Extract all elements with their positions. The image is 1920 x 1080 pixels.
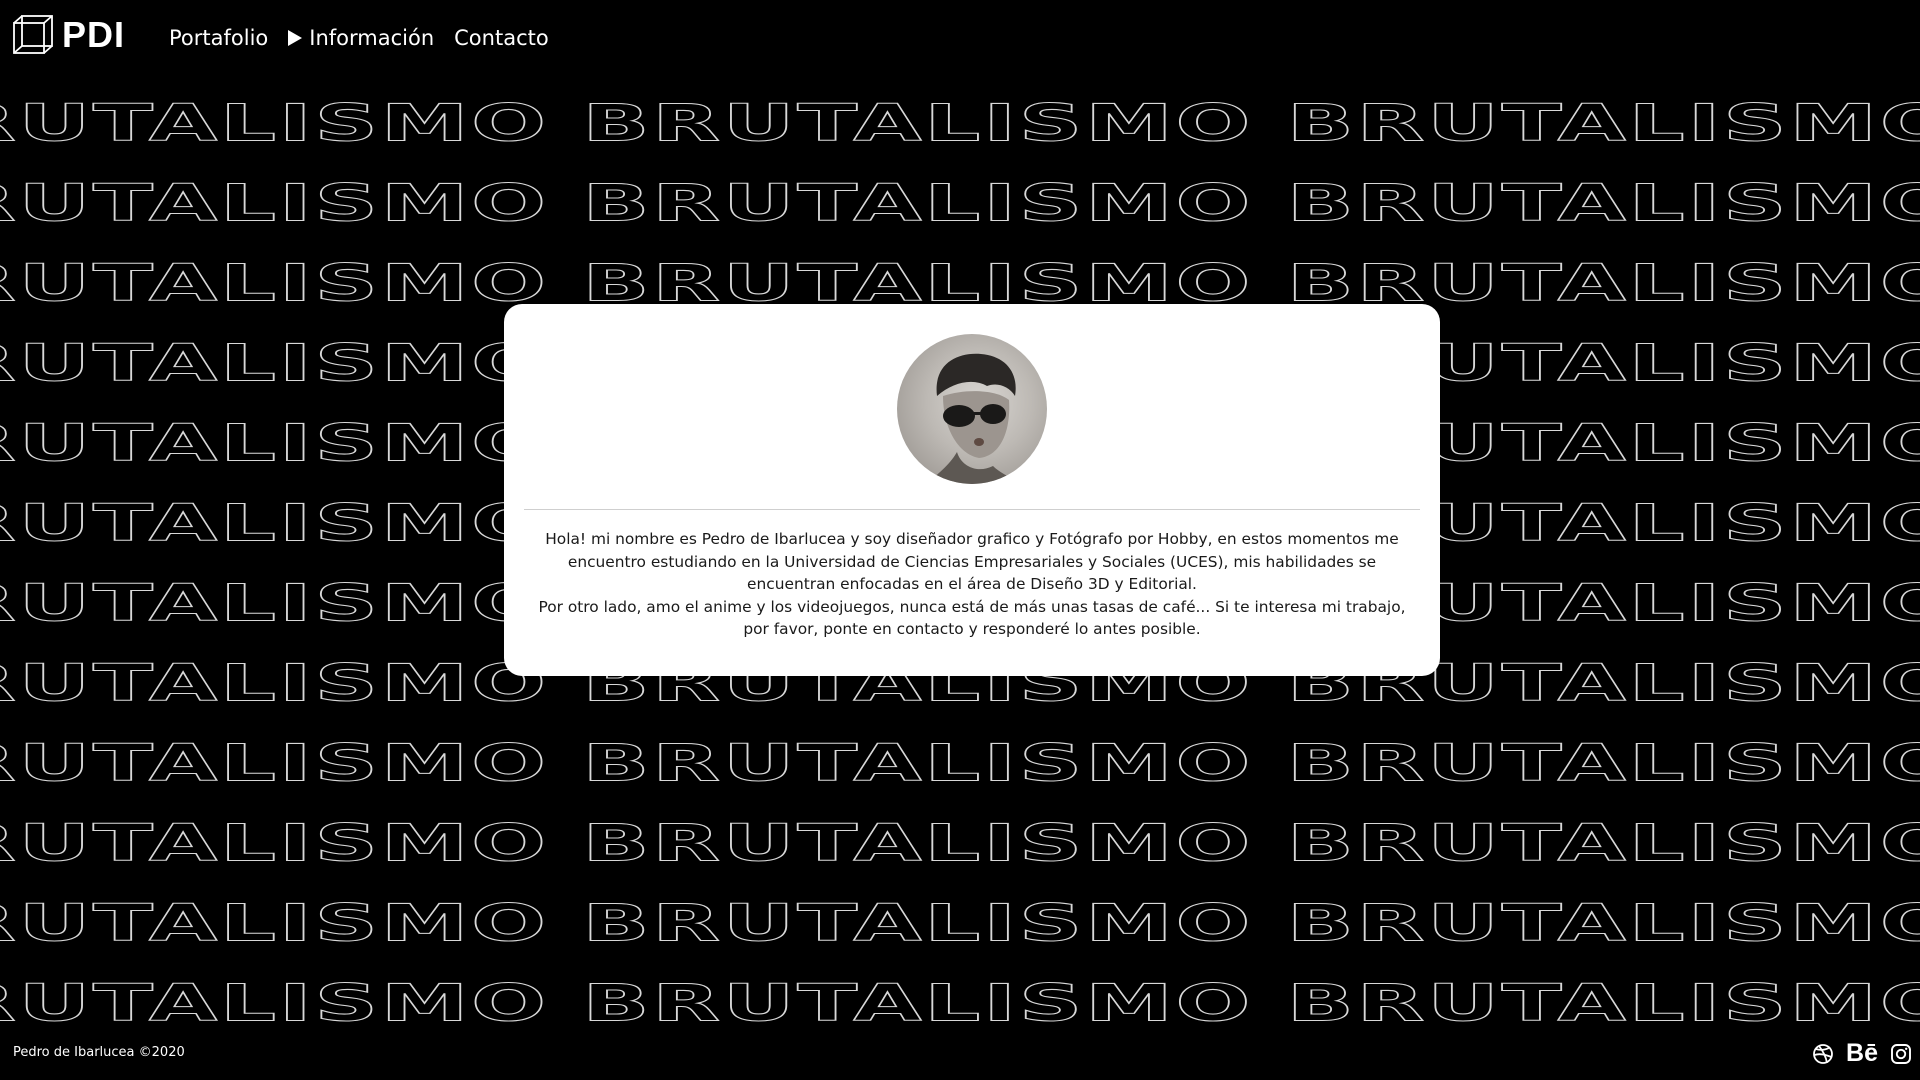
bio-text: Hola! mi nombre es Pedro de Ibarlucea y …: [530, 528, 1414, 641]
logo[interactable]: PDI: [12, 14, 125, 56]
avatar: [897, 334, 1047, 484]
page: BRUTALISMO BRUTALISMO BRUTALISMO BRUTALI…: [0, 0, 1920, 1080]
dribbble-icon[interactable]: [1812, 1043, 1834, 1065]
main-nav: Portafolio Información Contacto: [169, 24, 549, 52]
behance-icon[interactable]: Bē: [1846, 1041, 1878, 1066]
header: PDI Portafolio Información Contacto: [0, 0, 1920, 76]
instagram-icon-glyph: [1891, 1043, 1911, 1064]
nav-item-label: Portafolio: [169, 26, 269, 50]
social-links: Bē: [1812, 1041, 1912, 1066]
background-text-row: BRUTALISMO BRUTALISMO BRUTALISMO BRUTALI…: [0, 813, 1920, 873]
background-text-row: BRUTALISMO BRUTALISMO BRUTALISMO BRUTALI…: [0, 733, 1920, 793]
bio-paragraph: Por otro lado, amo el anime y los videoj…: [538, 597, 1406, 639]
profile-photo: [927, 353, 1025, 484]
background-text-row: BRUTALISMO BRUTALISMO BRUTALISMO BRUTALI…: [0, 253, 1920, 313]
divider: [524, 509, 1420, 510]
dribbble-icon-glyph: [1813, 1043, 1833, 1064]
nav-item-informacion[interactable]: Información: [288, 24, 434, 52]
instagram-icon[interactable]: [1890, 1043, 1912, 1065]
info-card: Hola! mi nombre es Pedro de Ibarlucea y …: [504, 304, 1440, 676]
wireframe-cube-icon: [13, 15, 53, 54]
background-text-row: BRUTALISMO BRUTALISMO BRUTALISMO BRUTALI…: [0, 893, 1920, 953]
background-text-row: BRUTALISMO BRUTALISMO BRUTALISMO BRUTALI…: [0, 93, 1920, 153]
logo-text: PDI: [62, 14, 126, 55]
behance-label: Bē: [1846, 1039, 1878, 1067]
nav-item-label: Contacto: [454, 26, 549, 50]
bio-paragraph: Hola! mi nombre es Pedro de Ibarlucea y …: [545, 530, 1399, 593]
nav-item-portafolio[interactable]: Portafolio: [169, 24, 268, 52]
background-text-row: BRUTALISMO BRUTALISMO BRUTALISMO BRUTALI…: [0, 973, 1920, 1033]
background-text-row: BRUTALISMO BRUTALISMO BRUTALISMO BRUTALI…: [0, 173, 1920, 233]
play-arrow-icon: [288, 30, 303, 46]
footer-copyright: Pedro de Ibarlucea ©2020: [13, 1045, 185, 1060]
nav-item-contacto[interactable]: Contacto: [454, 24, 549, 52]
nav-item-label: Información: [309, 26, 435, 50]
